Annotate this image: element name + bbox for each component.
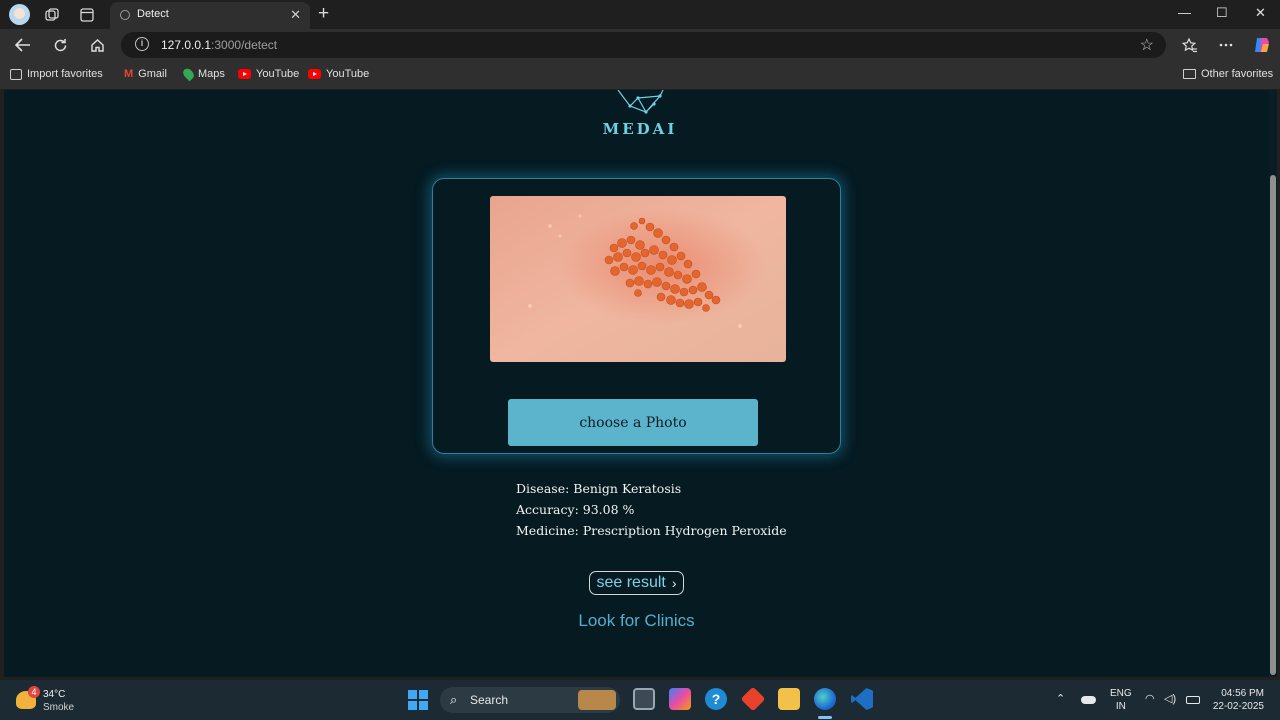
refresh-icon[interactable]: [50, 35, 70, 55]
taskbar-search[interactable]: ⌕ Search: [440, 687, 620, 713]
show-hidden-icons-icon[interactable]: ⌃: [1056, 692, 1065, 705]
more-options-icon[interactable]: [1216, 35, 1236, 55]
choose-photo-button[interactable]: choose a Photo: [508, 399, 758, 446]
accuracy-value: 93.08 %: [582, 502, 635, 517]
see-result-label: see result: [596, 574, 666, 591]
language-indicator[interactable]: ENG IN: [1110, 687, 1132, 713]
gmail-icon: M: [124, 68, 134, 80]
browser-tab-strip: Detect ✕ + — ☐ ✕: [0, 0, 1280, 29]
see-result-button[interactable]: see result ›: [589, 571, 684, 595]
favorite-label: YouTube: [256, 68, 300, 80]
page-viewport: MEDAI choose a Photo Disease: Benign Ker…: [4, 90, 1277, 677]
home-icon[interactable]: [87, 35, 107, 55]
import-icon: [10, 68, 22, 80]
other-favorites-label: Other favorites: [1201, 68, 1274, 80]
temperature: 34°C: [43, 689, 66, 700]
active-app-indicator: [818, 716, 832, 719]
wifi-icon[interactable]: ◠: [1145, 692, 1155, 705]
clock-date: 22-02-2025: [1212, 701, 1264, 712]
close-tab-icon[interactable]: ✕: [290, 7, 301, 23]
medicine-row: Medicine: Prescription Hydrogen Peroxide: [516, 520, 787, 541]
language-code: ENG: [1110, 688, 1132, 699]
accuracy-row: Accuracy: 93.08 %: [516, 499, 787, 520]
favorites-icon[interactable]: [1180, 35, 1200, 55]
minimize-icon[interactable]: —: [1178, 5, 1191, 20]
windows-taskbar: 4 34°C Smoke ⌕ Search ? ⌃ ENG IN ◠ ◁) 04…: [0, 680, 1280, 720]
file-explorer-icon[interactable]: [778, 688, 800, 710]
region-code: IN: [1115, 701, 1126, 712]
medai-logo-icon: [617, 90, 664, 114]
logo-text: MEDAI: [602, 120, 678, 138]
weather-widget[interactable]: 4 34°C Smoke: [16, 686, 86, 714]
other-favorites[interactable]: Other favorites: [1183, 68, 1273, 80]
weather-badge: 4: [28, 686, 40, 698]
chevron-right-icon: ›: [671, 575, 677, 591]
disease-value: Benign Keratosis: [573, 481, 682, 496]
copilot-icon[interactable]: [1252, 35, 1272, 55]
disease-row: Disease: Benign Keratosis: [516, 478, 787, 499]
workspaces-icon[interactable]: [42, 5, 62, 25]
folder-icon: [1183, 69, 1196, 79]
task-view-icon[interactable]: [633, 688, 655, 710]
favorite-label: YouTube: [326, 68, 370, 80]
start-button-icon[interactable]: [408, 690, 428, 710]
accuracy-label: Accuracy:: [516, 502, 579, 517]
favorite-label: Gmail: [138, 68, 167, 80]
address-bar[interactable]: i 127.0.0.1:3000/detect ☆: [121, 32, 1166, 58]
favorite-youtube-1[interactable]: YouTube: [238, 68, 299, 80]
git-app-icon[interactable]: [740, 686, 766, 712]
battery-icon[interactable]: [1186, 696, 1200, 704]
profile-avatar-icon[interactable]: [9, 4, 30, 25]
copilot-app-icon[interactable]: [669, 688, 691, 710]
favorite-maps[interactable]: Maps: [181, 66, 225, 82]
site-info-icon[interactable]: i: [135, 37, 149, 51]
upload-card: choose a Photo: [432, 178, 841, 454]
tab-favicon-icon: [120, 10, 130, 20]
look-for-clinics-link[interactable]: Look for Clinics: [560, 611, 713, 631]
medicine-label: Medicine:: [516, 523, 579, 538]
back-icon[interactable]: [13, 35, 33, 55]
search-highlight-icon: [578, 690, 616, 710]
volume-icon[interactable]: ◁): [1164, 692, 1176, 705]
search-icon: ⌕: [450, 692, 458, 707]
system-clock[interactable]: 04:56 PM 22-02-2025: [1206, 687, 1264, 713]
close-window-icon[interactable]: ✕: [1255, 5, 1266, 21]
weather-condition: Smoke: [43, 702, 75, 713]
onedrive-icon[interactable]: [1081, 696, 1096, 704]
youtube-icon: [238, 69, 251, 79]
tab-detect[interactable]: Detect ✕: [110, 2, 310, 29]
tab-actions-icon[interactable]: [77, 5, 97, 25]
maps-icon: [181, 66, 196, 82]
favorite-label: Import favorites: [27, 68, 103, 80]
disease-label: Disease:: [516, 481, 570, 496]
uploaded-skin-photo: [490, 196, 786, 362]
browser-toolbar: i 127.0.0.1:3000/detect ☆: [0, 29, 1280, 61]
edge-browser-icon[interactable]: [814, 688, 836, 710]
clock-time: 04:56 PM: [1221, 688, 1264, 699]
medicine-value: Prescription Hydrogen Peroxide: [582, 523, 787, 538]
scrollbar-thumb[interactable]: [1270, 175, 1276, 675]
vscode-icon[interactable]: [851, 688, 873, 710]
favorite-youtube-2[interactable]: YouTube: [308, 68, 369, 80]
favorite-star-icon[interactable]: ☆: [1140, 35, 1154, 55]
new-tab-icon[interactable]: +: [318, 3, 329, 25]
favorite-label: Maps: [198, 68, 225, 80]
favorite-import[interactable]: Import favorites: [10, 68, 103, 80]
search-label: Search: [470, 693, 509, 707]
help-icon[interactable]: ?: [705, 688, 727, 710]
tab-title: Detect: [137, 8, 169, 20]
maximize-icon[interactable]: ☐: [1216, 5, 1228, 21]
prediction-result: Disease: Benign Keratosis Accuracy: 93.0…: [516, 478, 787, 541]
scrollbar[interactable]: [1269, 90, 1277, 677]
favorite-gmail[interactable]: M Gmail: [124, 68, 167, 80]
favorites-bar: Import favorites M Gmail Maps YouTube Yo…: [0, 61, 1280, 89]
url-text: 127.0.0.1:3000/detect: [161, 38, 278, 52]
youtube-icon: [308, 69, 321, 79]
